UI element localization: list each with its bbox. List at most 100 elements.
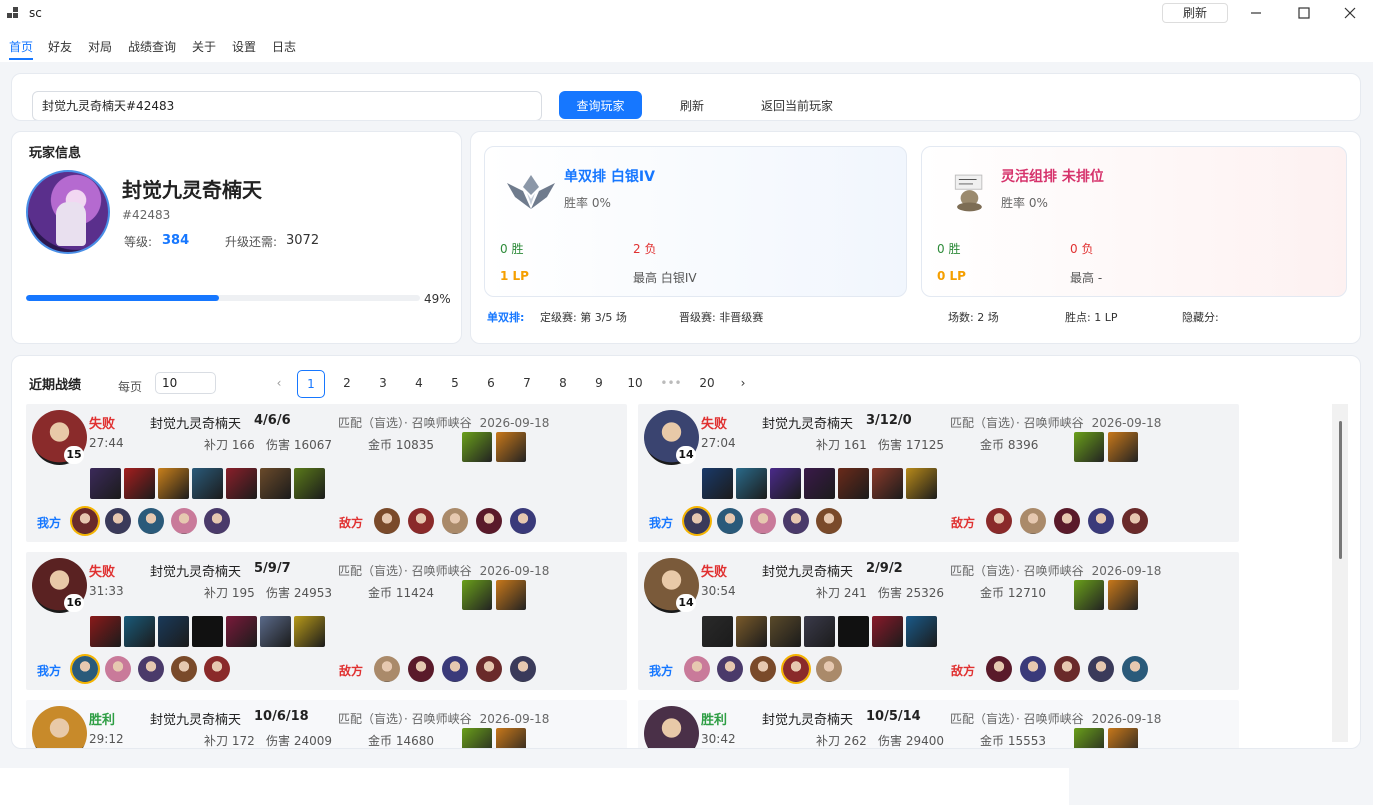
match-card[interactable]: 14 失败 30:54 封觉九灵奇楠天 2/9/2 补刀 241 伤害 25326 金币 12…: [638, 552, 1239, 690]
page-ellipsis[interactable]: •••: [657, 370, 685, 398]
page-20[interactable]: 20: [693, 370, 721, 398]
page-2[interactable]: 2: [333, 370, 361, 398]
enemy-champion-icon[interactable]: [1088, 656, 1114, 682]
minimize-icon[interactable]: [1233, 0, 1279, 26]
match-cs: 补刀 262: [816, 734, 867, 748]
ally-champion-icon[interactable]: [72, 656, 98, 682]
match-duration: 31:33: [89, 584, 124, 598]
enemy-team-label: 敌方: [951, 664, 976, 678]
back-to-current-player-button[interactable]: 返回当前玩家: [745, 91, 849, 119]
flex-wins: 0 胜: [937, 242, 961, 256]
enemy-champion-icon[interactable]: [408, 656, 434, 682]
page-3[interactable]: 3: [369, 370, 397, 398]
page-1[interactable]: 1: [297, 370, 325, 398]
summoner-spell-icon: [496, 432, 526, 462]
ally-champion-icon[interactable]: [138, 508, 164, 534]
ally-champion-icon[interactable]: [684, 656, 710, 682]
ally-champion-icon[interactable]: [783, 656, 809, 682]
solo-losses: 2 负: [633, 242, 657, 256]
champion-level-badge: 14: [676, 446, 696, 464]
ally-champion-icon[interactable]: [816, 508, 842, 534]
nav-logs[interactable]: 日志: [272, 38, 296, 58]
nav-home[interactable]: 首页: [9, 38, 34, 60]
next-page-icon[interactable]: ›: [729, 370, 757, 398]
nav-settings[interactable]: 设置: [232, 38, 256, 58]
enemy-champion-icon[interactable]: [1020, 656, 1046, 682]
ally-champion-icon[interactable]: [171, 508, 197, 534]
unranked-meme-icon: [954, 174, 983, 212]
match-card[interactable]: 15 失败 27:44 封觉九灵奇楠天 4/6/6 补刀 166 伤害 16067 金币 10…: [26, 404, 627, 542]
nav-game[interactable]: 对局: [88, 38, 112, 58]
close-icon[interactable]: [1327, 0, 1373, 26]
enemy-champion-icon[interactable]: [442, 508, 468, 534]
enemy-champion-icon[interactable]: [1020, 508, 1046, 534]
nav-about[interactable]: 关于: [192, 38, 216, 58]
ally-champion-icon[interactable]: [171, 656, 197, 682]
enemy-champion-icon[interactable]: [986, 508, 1012, 534]
match-card[interactable]: 胜利 30:42 封觉九灵奇楠天 10/5/14 补刀 262 伤害 29400 金币 15…: [638, 700, 1239, 748]
ally-champion-icon[interactable]: [204, 508, 230, 534]
enemy-team-label: 敌方: [951, 516, 976, 530]
nav-friends[interactable]: 好友: [48, 38, 72, 58]
enemy-champion-icon[interactable]: [476, 656, 502, 682]
refresh-button[interactable]: 刷新: [662, 91, 722, 119]
ally-champion-icon[interactable]: [750, 656, 776, 682]
nav-match-history[interactable]: 战绩查询: [128, 38, 176, 58]
enemy-champion-icon[interactable]: [1122, 656, 1148, 682]
ally-champion-icon[interactable]: [138, 656, 164, 682]
match-gold: 金币 14680: [368, 734, 434, 748]
ally-champion-icon[interactable]: [684, 508, 710, 534]
ally-champion-icon[interactable]: [105, 508, 131, 534]
solo-highest-rank: 最高 白银IV: [633, 271, 697, 285]
match-card[interactable]: 胜利 29:12 封觉九灵奇楠天 10/6/18 补刀 172 伤害 24009 金币 14…: [26, 700, 627, 748]
titlebar-refresh-button[interactable]: 刷新: [1162, 3, 1228, 23]
ally-champion-icon[interactable]: [72, 508, 98, 534]
match-card[interactable]: 14 失败 27:04 封觉九灵奇楠天 3/12/0 补刀 161 伤害 17125 金币 8…: [638, 404, 1239, 542]
ally-champion-icon[interactable]: [717, 508, 743, 534]
player-info-card: 玩家信息 封觉九灵奇楠天 #42483 等级: 384 升级还需: 3072 4…: [11, 131, 462, 344]
ally-champion-icon[interactable]: [783, 508, 809, 534]
match-cs: 补刀 161: [816, 438, 867, 452]
ally-champion-icon[interactable]: [717, 656, 743, 682]
summoner-spell-icon: [496, 580, 526, 610]
match-card[interactable]: 16 失败 31:33 封觉九灵奇楠天 5/9/7 补刀 195 伤害 24953 金币 11…: [26, 552, 627, 690]
enemy-champion-icon[interactable]: [374, 508, 400, 534]
per-page-input[interactable]: 10: [155, 372, 216, 394]
page-10[interactable]: 10: [621, 370, 649, 398]
maximize-icon[interactable]: [1281, 0, 1327, 26]
enemy-champion-icon[interactable]: [510, 656, 536, 682]
page-9[interactable]: 9: [585, 370, 613, 398]
scrollbar-thumb[interactable]: [1339, 421, 1342, 559]
ally-champion-icon[interactable]: [750, 508, 776, 534]
ally-champion-icon[interactable]: [816, 656, 842, 682]
enemy-champion-icon[interactable]: [1122, 508, 1148, 534]
page-8[interactable]: 8: [549, 370, 577, 398]
page-7[interactable]: 7: [513, 370, 541, 398]
item-icon: [838, 468, 869, 499]
champion-level-badge: 16: [64, 594, 84, 612]
enemy-champion-icon[interactable]: [442, 656, 468, 682]
enemy-champion-icon[interactable]: [1088, 508, 1114, 534]
match-list-scrollbar[interactable]: [1332, 404, 1348, 742]
enemy-champion-icon[interactable]: [408, 508, 434, 534]
match-result: 失败: [89, 417, 116, 432]
enemy-champion-icon[interactable]: [374, 656, 400, 682]
next-level-label: 升级还需:: [225, 235, 278, 249]
match-gold: 金币 12710: [980, 586, 1046, 600]
page-5[interactable]: 5: [441, 370, 469, 398]
player-name: 封觉九灵奇楠天: [122, 178, 262, 202]
level-value: 384: [162, 233, 190, 248]
player-search-input[interactable]: 封觉九灵奇楠天#42483: [32, 91, 542, 120]
enemy-champion-icon[interactable]: [1054, 656, 1080, 682]
solo-wins: 0 胜: [500, 242, 524, 256]
page-6[interactable]: 6: [477, 370, 505, 398]
ally-champion-icon[interactable]: [105, 656, 131, 682]
prev-page-icon[interactable]: ‹: [265, 370, 293, 398]
enemy-champion-icon[interactable]: [476, 508, 502, 534]
enemy-champion-icon[interactable]: [1054, 508, 1080, 534]
ally-champion-icon[interactable]: [204, 656, 230, 682]
page-4[interactable]: 4: [405, 370, 433, 398]
enemy-champion-icon[interactable]: [510, 508, 536, 534]
query-player-button[interactable]: 查询玩家: [559, 91, 642, 119]
enemy-champion-icon[interactable]: [986, 656, 1012, 682]
